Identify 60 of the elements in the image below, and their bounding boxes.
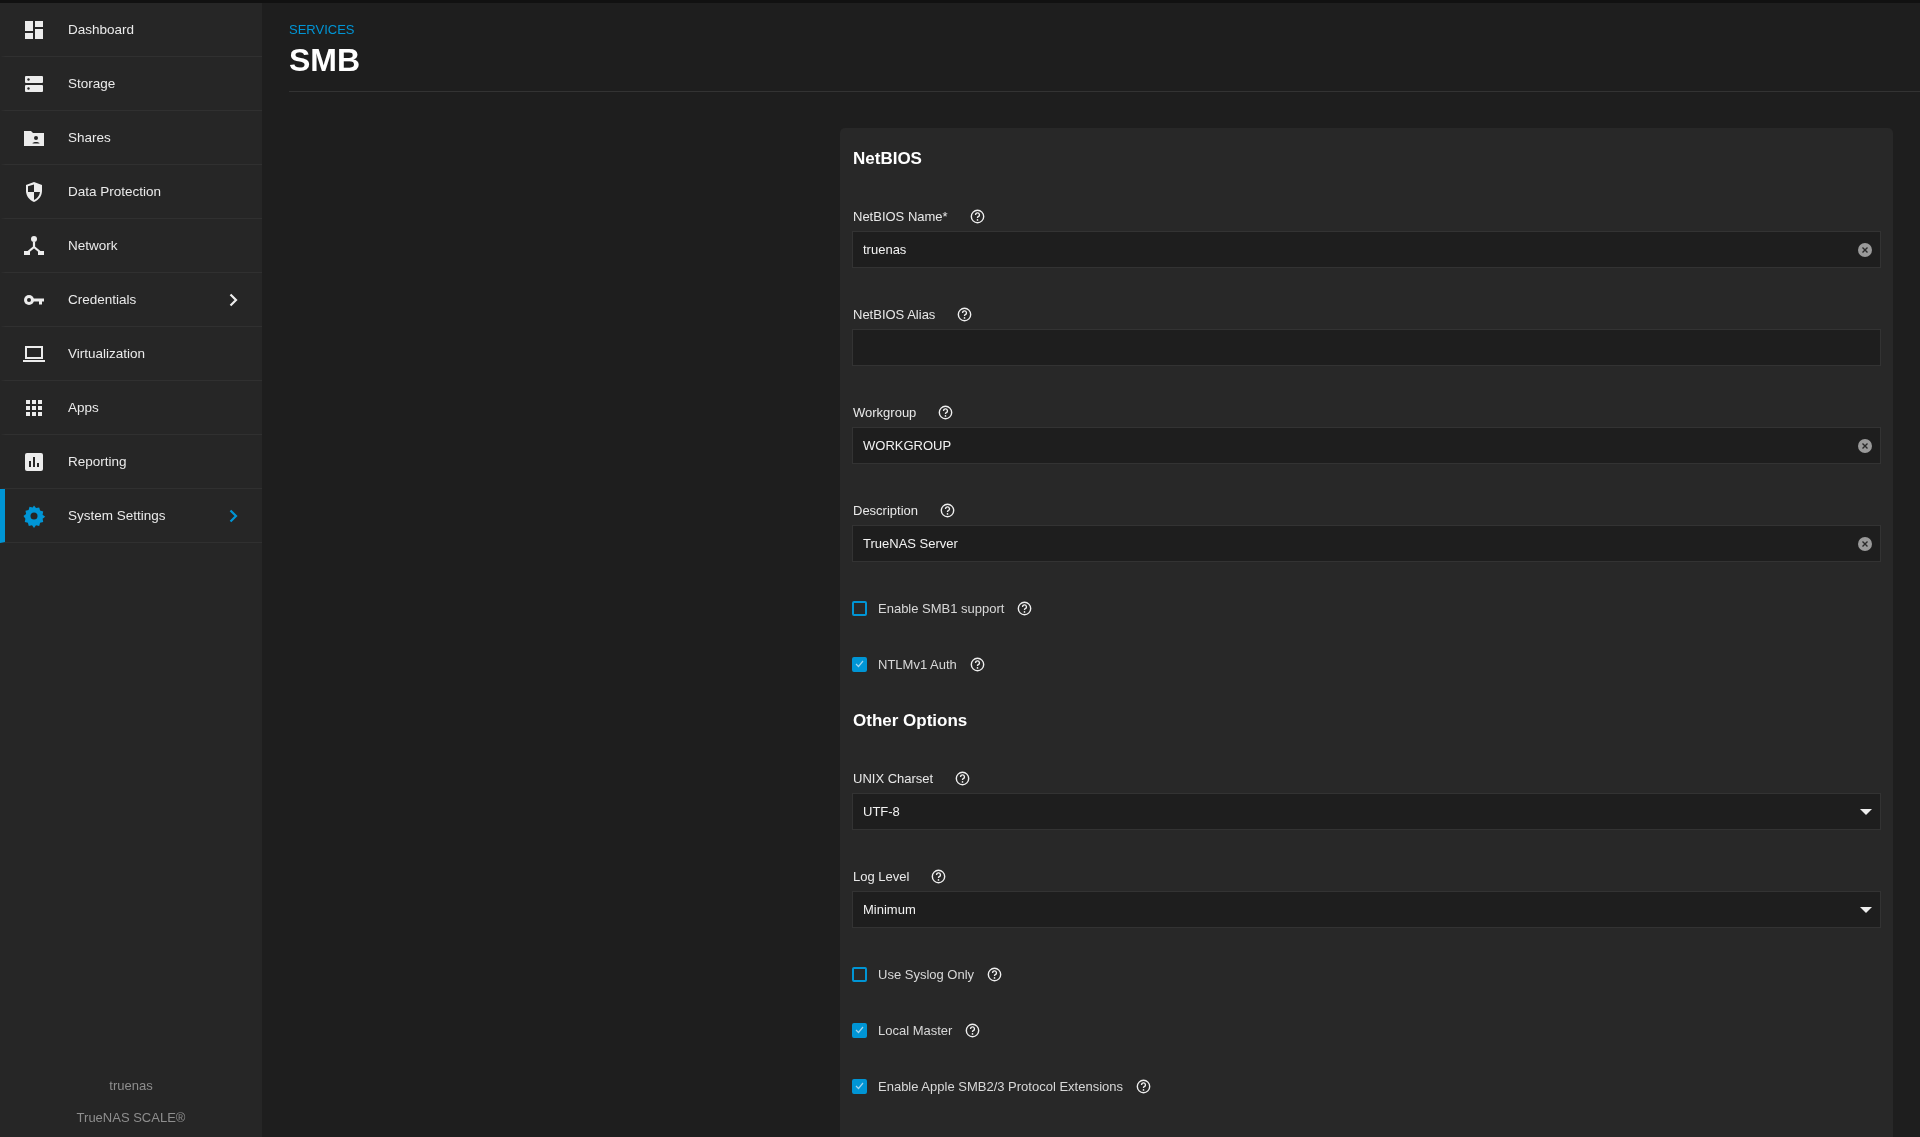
text-field[interactable]: WORKGROUP [852, 427, 1881, 464]
nav-item[interactable]: Data Protection [0, 165, 262, 219]
checkbox-label: Local Master [878, 1022, 953, 1038]
checkbox-label: Enable Apple SMB2/3 Protocol Extensions [878, 1078, 1123, 1094]
select-field[interactable]: UTF-8 [852, 793, 1881, 830]
checkbox-label: Enable SMB1 support [878, 600, 1005, 616]
gear-icon [22, 503, 46, 528]
caret-icon [1860, 808, 1872, 815]
checkbox[interactable] [852, 1078, 867, 1094]
help-icon[interactable] [940, 502, 956, 518]
section-title: Other Options [853, 710, 969, 732]
clear-icon[interactable] [1858, 242, 1872, 257]
nav-item[interactable]: Apps [0, 381, 262, 435]
checkbox[interactable] [852, 600, 867, 616]
hostname: truenas [109, 1078, 153, 1093]
checkbox-label: NTLMv1 Auth [878, 656, 957, 672]
text-field[interactable]: TrueNAS Server [852, 525, 1881, 562]
clear-icon[interactable] [1858, 536, 1872, 551]
field-label: Workgroup [853, 404, 917, 420]
field-label: Log Level [853, 868, 910, 884]
nav-item[interactable]: Reporting [0, 435, 262, 489]
help-icon[interactable] [1136, 1078, 1151, 1094]
checkbox[interactable] [852, 966, 867, 982]
nav-item[interactable]: Shares [0, 111, 262, 165]
checkbox[interactable] [852, 656, 867, 672]
field-label: Description [853, 502, 919, 518]
text-field[interactable]: truenas [852, 231, 1881, 268]
caret-icon [1860, 906, 1872, 913]
checkmark-icon [855, 660, 864, 668]
chevron-icon [229, 292, 238, 307]
help-icon[interactable] [938, 404, 954, 420]
checkbox[interactable] [852, 1022, 867, 1038]
nav-item[interactable]: Dashboard [0, 3, 262, 57]
help-icon[interactable] [931, 868, 947, 884]
help-icon[interactable] [969, 656, 985, 672]
help-icon[interactable] [955, 770, 971, 786]
select-field[interactable]: Minimum [852, 891, 1881, 928]
field-label: NetBIOS Name* [853, 208, 948, 224]
checkmark-icon [855, 1026, 864, 1034]
nav-item[interactable]: System Settings [0, 489, 262, 543]
help-icon[interactable] [969, 208, 985, 224]
page-title: SMB [289, 41, 362, 79]
help-icon[interactable] [965, 1022, 981, 1038]
nav-item[interactable]: Virtualization [0, 327, 262, 381]
chevron-icon [229, 508, 238, 523]
help-icon[interactable] [957, 306, 973, 322]
nav-item[interactable]: Network [0, 219, 262, 273]
network-icon [22, 233, 46, 258]
checkbox-label: Use Syslog Only [878, 966, 975, 982]
breadcrumb[interactable]: SERVICES [289, 22, 1920, 38]
nav-item[interactable]: Storage [0, 57, 262, 111]
help-icon[interactable] [1017, 600, 1033, 616]
section-title: NetBIOS [853, 148, 923, 170]
product-name: TrueNAS SCALE® [76, 1110, 186, 1125]
nav-item[interactable]: Credentials [0, 273, 262, 327]
help-icon[interactable] [987, 966, 1003, 982]
field-label: NetBIOS Alias [853, 306, 936, 322]
checkmark-icon [855, 1082, 864, 1090]
field-label: UNIX Charset [853, 770, 934, 786]
clear-icon[interactable] [1858, 438, 1872, 453]
